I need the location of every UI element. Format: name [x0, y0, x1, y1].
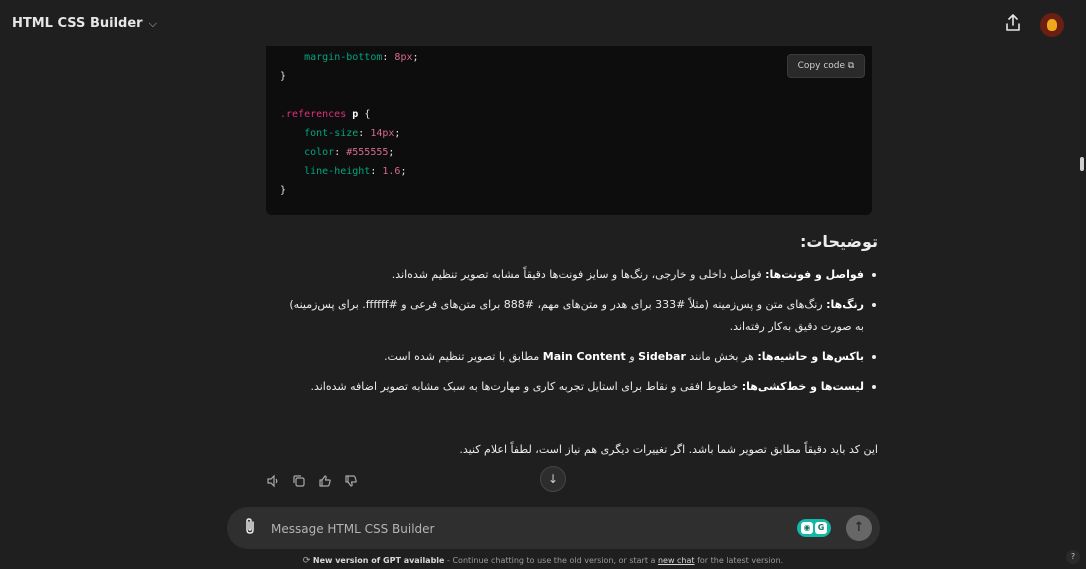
- footer-text: - Continue chatting to use the old versi…: [444, 556, 658, 565]
- copy-icon: ⧉: [847, 61, 855, 71]
- code-line: margin-bottom: 8px;: [304, 52, 419, 63]
- message-input[interactable]: [269, 517, 793, 541]
- arrow-down-icon: ↓: [547, 472, 559, 486]
- message-actions: [266, 474, 358, 488]
- app-title: HTML CSS Builder: [12, 16, 143, 31]
- top-bar: HTML CSS Builder ⌵: [0, 0, 1086, 52]
- code-line: .references p {: [280, 109, 371, 120]
- section-heading: توضیحات:: [799, 232, 878, 251]
- closing-text: این کد باید دقیقاً مطابق تصویر شما باشد.…: [459, 443, 878, 456]
- list-item: رنگ‌ها: رنگ‌های متن و پس‌زمینه (مثلاً #3…: [280, 294, 880, 338]
- chevron-down-icon: ⌵: [148, 16, 157, 30]
- grammarly-icon: G: [815, 522, 827, 534]
- list-item: باکس‌ها و حاشیه‌ها: هر بخش مانند Sidebar…: [280, 346, 880, 368]
- scroll-to-bottom-button[interactable]: ↓: [540, 466, 566, 492]
- help-button[interactable]: ?: [1066, 550, 1080, 564]
- extension-badge[interactable]: ◉ G: [797, 519, 831, 537]
- list-item: لیست‌ها و خط‌کشی‌ها: خطوط افقی و نقاط بر…: [280, 376, 880, 398]
- code-content: margin-bottom: 8px; } .references p { fo…: [280, 48, 419, 200]
- gpt-selector[interactable]: HTML CSS Builder ⌵: [12, 16, 157, 31]
- share-icon[interactable]: [1003, 14, 1023, 36]
- speaker-icon[interactable]: [266, 474, 280, 488]
- code-line: line-height: 1.6;: [304, 166, 407, 177]
- paperclip-icon[interactable]: [241, 517, 259, 537]
- code-line: color: #555555;: [304, 147, 395, 158]
- footer-strong: New version of GPT available: [312, 556, 445, 565]
- arrow-up-icon: ↑: [853, 520, 865, 535]
- code-block: Copy code ⧉ margin-bottom: 8px; } .refer…: [266, 46, 872, 215]
- scrollbar-thumb[interactable]: [1080, 157, 1084, 171]
- send-button[interactable]: ↑: [846, 515, 872, 541]
- new-chat-link[interactable]: new chat: [658, 556, 695, 565]
- code-line: }: [280, 71, 287, 82]
- extension-icon: ◉: [801, 522, 813, 534]
- notes-list: فواصل و فونت‌ها: فواصل داخلی و خارجی، رن…: [280, 264, 880, 406]
- user-avatar[interactable]: [1040, 13, 1064, 37]
- footer-text-end: for the latest version.: [694, 556, 784, 565]
- message-composer: ◉G ↑: [227, 507, 880, 549]
- copy-code-button[interactable]: Copy code ⧉: [787, 54, 865, 78]
- code-line: }: [280, 185, 287, 196]
- thumbs-up-icon[interactable]: [318, 474, 332, 488]
- thumbs-down-icon[interactable]: [344, 474, 358, 488]
- list-item: فواصل و فونت‌ها: فواصل داخلی و خارجی، رن…: [280, 264, 880, 286]
- code-line: font-size: 14px;: [304, 128, 401, 139]
- refresh-icon: ⟳: [302, 556, 311, 566]
- footer-notice: ⟳ New version of GPT available - Continu…: [0, 556, 1086, 566]
- copy-icon[interactable]: [292, 474, 306, 488]
- copy-code-label: Copy code: [797, 61, 846, 71]
- avatar-icon: [1047, 19, 1057, 31]
